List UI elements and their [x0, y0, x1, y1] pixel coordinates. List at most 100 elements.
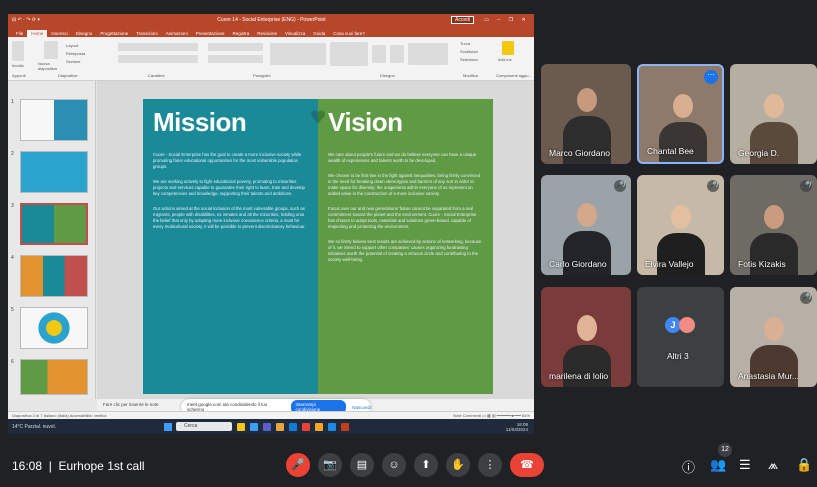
tab-draw[interactable]: Disegno: [72, 30, 97, 37]
powerpoint-icon[interactable]: [341, 422, 349, 431]
slide-thumb-3[interactable]: [20, 203, 88, 245]
people-icon[interactable]: 👥: [710, 457, 726, 473]
raise-hand-icon[interactable]: ✋: [446, 453, 470, 477]
group-clipboard: Appunti: [12, 73, 26, 78]
group-drawing: Disegno: [380, 73, 395, 78]
participant-count-badge: 12: [718, 443, 732, 457]
tab-animations[interactable]: Animazioni: [162, 30, 192, 37]
taskbar-search[interactable]: Cerca: [176, 422, 232, 431]
shapes-gallery[interactable]: [330, 42, 368, 66]
font-selector[interactable]: [118, 43, 198, 51]
present-screen-icon[interactable]: ⬆: [414, 453, 438, 477]
participant-name: Marco Giordano: [549, 148, 610, 158]
close-icon[interactable]: ✕: [522, 17, 526, 23]
outlook-icon[interactable]: [328, 422, 336, 431]
participant-tile[interactable]: marilena di lolio: [541, 287, 631, 387]
minimize-icon[interactable]: –: [497, 17, 500, 23]
ribbon-display-icon[interactable]: ▭: [484, 17, 489, 23]
new-slide-icon[interactable]: [44, 41, 58, 59]
slide-thumb-4[interactable]: [20, 255, 88, 297]
hide-banner-button[interactable]: Nascondi: [352, 405, 371, 410]
activities-icon[interactable]: ⩕: [768, 457, 778, 473]
participant-video: [764, 317, 784, 341]
ppt-window-title: Cuore 14 - Social Enterprise (ENG) - Pow…: [217, 17, 326, 23]
captions-icon[interactable]: ▤: [350, 453, 374, 477]
participant-tile[interactable]: 🎤̸ Anastasia Mur...: [730, 287, 817, 387]
participant-tile[interactable]: Marco Giordano: [541, 64, 631, 164]
tab-insert[interactable]: Inserisci: [47, 30, 72, 37]
camera-toggle-icon[interactable]: 📷: [318, 453, 342, 477]
participant-name: Fotis Kizakis: [738, 259, 786, 269]
edge-icon[interactable]: [250, 422, 258, 431]
participant-avatar: [679, 317, 695, 333]
tell-me-search[interactable]: Cosa vuoi fare?: [329, 30, 369, 37]
signin-button[interactable]: Accedi: [450, 16, 474, 24]
participant-tile[interactable]: 🎤̸ Carlo Giordano: [541, 175, 631, 275]
paste-icon[interactable]: [12, 41, 24, 61]
participant-name: Carlo Giordano: [549, 259, 607, 269]
other-participants-tile[interactable]: J Altri 3: [637, 287, 724, 387]
quick-access-toolbar[interactable]: ⊟ ↶ · ↷ ⟳ ▾: [12, 17, 92, 23]
addins-icon[interactable]: [502, 41, 514, 55]
more-options-icon[interactable]: ⋮: [478, 453, 502, 477]
chrome-icon[interactable]: [302, 422, 310, 431]
system-tray[interactable]: 16:08 11/03/2024: [506, 422, 534, 432]
teams-icon[interactable]: [263, 422, 271, 431]
text-direction-tools[interactable]: [270, 43, 326, 65]
meeting-time: 16:08 | Eurhope 1st call: [12, 459, 145, 473]
mission-vision-slide[interactable]: Mission Cuore - Social Enterprise has th…: [143, 99, 493, 394]
mission-paragraph: Cuore - Social Enterprise has the goal t…: [153, 152, 302, 169]
participant-tile[interactable]: ⋯ Chantal Bee: [637, 64, 724, 164]
vision-paragraph: We care about people's future and we do …: [328, 152, 477, 163]
thumb-number: 1: [11, 99, 14, 105]
folder-icon[interactable]: [276, 422, 284, 431]
font-format-buttons[interactable]: [118, 55, 198, 63]
shape-fill-outline[interactable]: [408, 43, 448, 65]
emoji-reaction-icon[interactable]: ☺: [382, 453, 406, 477]
windows-start-icon[interactable]: [164, 422, 172, 431]
participant-tile[interactable]: 🎤̸ Elvira Vallejo: [637, 175, 724, 275]
app-icon[interactable]: [315, 422, 323, 431]
participant-video: [673, 94, 693, 118]
slide-thumbnails[interactable]: 1 2 3 4 5 6: [8, 81, 96, 399]
tab-home[interactable]: Home: [27, 30, 48, 37]
participant-tile[interactable]: Georgia D.: [730, 64, 817, 164]
restore-icon[interactable]: ❐: [509, 17, 513, 23]
explorer-icon[interactable]: [237, 422, 245, 431]
weather-widget[interactable]: 14°C Parzial. nuvol.: [8, 424, 78, 430]
host-controls-icon[interactable]: 🔒: [796, 457, 812, 473]
tab-design[interactable]: Progettazione: [96, 30, 132, 37]
quick-styles-button[interactable]: [390, 45, 404, 63]
ppt-titlebar: ⊟ ↶ · ↷ ⟳ ▾ Cuore 14 - Social Enterprise…: [8, 14, 534, 26]
window-controls: ▭ – ❐ ✕: [480, 17, 530, 23]
tab-review[interactable]: Revisione: [253, 30, 281, 37]
meeting-info-icon[interactable]: ⓘ: [682, 457, 695, 476]
hang-up-icon[interactable]: ☎: [510, 453, 544, 477]
participant-name: Georgia D.: [738, 148, 780, 158]
slide-thumb-6[interactable]: [20, 359, 88, 395]
tab-slideshow[interactable]: Presentazione: [192, 30, 229, 37]
thumb-number: 3: [11, 203, 14, 209]
participant-tile[interactable]: 🎤̸ Fotis Kizakis: [730, 175, 817, 275]
paragraph-align-buttons[interactable]: [208, 55, 263, 63]
slide-thumb-2[interactable]: [20, 151, 88, 193]
slide-canvas[interactable]: Mission Cuore - Social Enterprise has th…: [97, 81, 534, 399]
chat-icon[interactable]: ☰: [739, 457, 751, 473]
tab-view[interactable]: Visualizza: [281, 30, 309, 37]
tab-transitions[interactable]: Transizioni: [132, 30, 162, 37]
arrange-button[interactable]: [372, 45, 386, 63]
tab-file[interactable]: File: [12, 30, 27, 37]
microphone-toggle-icon[interactable]: 🎤: [286, 453, 310, 477]
paragraph-list-buttons[interactable]: [208, 43, 263, 51]
slide-thumb-1[interactable]: [20, 99, 88, 141]
status-view-zoom[interactable]: Note Commenti ▭ ▦ ▤ ━━━━━━●━━━ 84%: [453, 413, 530, 418]
store-icon[interactable]: [289, 422, 297, 431]
tab-record[interactable]: Registra: [228, 30, 253, 37]
group-addins: Componenti aggiu...: [496, 73, 532, 78]
tab-help[interactable]: Guida: [309, 30, 329, 37]
slide-thumb-5[interactable]: [20, 307, 88, 349]
more-options-icon[interactable]: ⋯: [704, 70, 718, 84]
participant-video: [764, 94, 784, 118]
muted-mic-icon: 🎤̸: [707, 180, 719, 192]
clock: 16:08: [12, 459, 43, 473]
